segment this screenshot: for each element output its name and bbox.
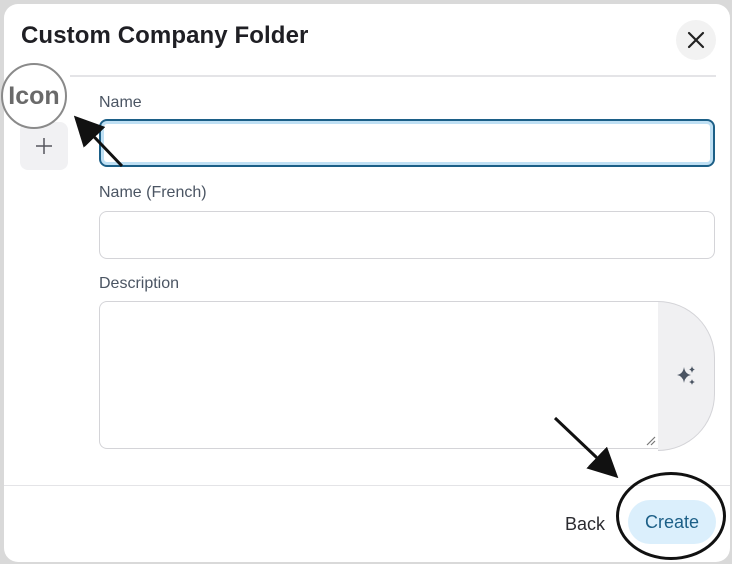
description-field xyxy=(99,301,715,451)
icon-picker-button[interactable] xyxy=(20,122,68,170)
close-button[interactable] xyxy=(676,20,716,60)
header-divider xyxy=(70,75,716,77)
dialog-title: Custom Company Folder xyxy=(21,22,309,49)
description-textarea[interactable] xyxy=(99,301,659,449)
name-french-label: Name (French) xyxy=(99,184,207,201)
name-input[interactable] xyxy=(99,119,715,167)
ai-generate-button[interactable] xyxy=(658,301,715,451)
custom-folder-dialog: Custom Company Folder Name Name (French)… xyxy=(4,4,730,562)
sparkles-icon xyxy=(677,366,695,385)
icon-callout: Icon xyxy=(1,63,67,129)
close-icon xyxy=(687,31,705,49)
description-label: Description xyxy=(99,275,180,292)
name-label: Name xyxy=(99,94,142,111)
footer-divider xyxy=(4,485,730,486)
create-button[interactable]: Create xyxy=(628,500,716,544)
back-button[interactable]: Back xyxy=(556,504,614,544)
name-french-input[interactable] xyxy=(99,211,715,259)
plus-icon xyxy=(36,138,52,154)
resize-handle-icon[interactable] xyxy=(644,434,656,446)
